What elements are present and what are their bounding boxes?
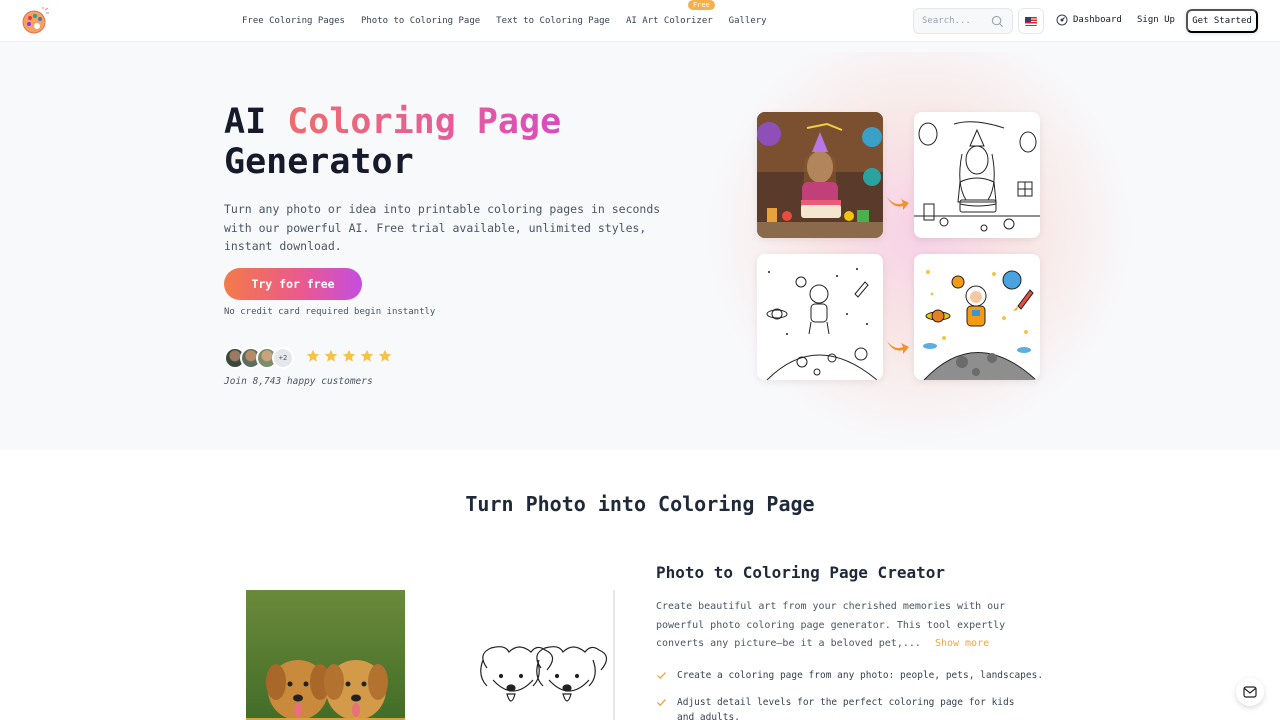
section-title: Turn Photo into Coloring Page	[465, 492, 815, 516]
cta-note: No credit card required begin instantly	[224, 307, 436, 317]
hero-title-suffix: Generator	[224, 142, 414, 182]
puppies-sketch-image	[457, 590, 615, 720]
check-icon	[657, 672, 666, 680]
search-input[interactable]	[922, 16, 988, 26]
feature-text: Create a coloring page from any photo: p…	[677, 670, 1044, 681]
search-box	[913, 8, 1013, 34]
feature-item: Adjust detail levels for the perfect col…	[656, 695, 1036, 720]
creator-description: Create beautiful art from your cherished…	[656, 598, 1026, 654]
dashboard-link[interactable]: Dashboard	[1056, 14, 1122, 26]
creator-title: Photo to Coloring Page Creator	[656, 563, 945, 582]
star-icon	[324, 349, 338, 362]
nav-gallery[interactable]: Gallery	[729, 16, 767, 26]
arrow-right-icon	[887, 197, 909, 210]
nav-photo-to-coloring-page[interactable]: Photo to Coloring Page	[361, 16, 480, 26]
photo-to-coloring-section: Turn Photo into Coloring Page Photo to C…	[0, 450, 1280, 720]
hero-title-gradient: Coloring Page	[287, 102, 562, 142]
hero-title: AI Coloring Page Generator	[224, 102, 644, 182]
feature-item: Create a coloring page from any photo: p…	[656, 668, 1043, 683]
dashboard-label: Dashboard	[1073, 15, 1122, 25]
birthday-line-art-image	[914, 112, 1040, 238]
rating-stars	[306, 349, 396, 363]
nav-ai-art-colorizer[interactable]: AI Art Colorizer Free	[625, 0, 715, 26]
search-icon[interactable]	[991, 15, 1004, 28]
star-icon	[378, 349, 392, 362]
chat-button[interactable]	[1236, 678, 1264, 706]
sign-up-link[interactable]: Sign Up	[1137, 15, 1175, 25]
get-started-button[interactable]: Get Started	[1186, 9, 1258, 33]
birthday-photo-image	[757, 112, 883, 238]
customer-avatars: +2	[224, 347, 294, 369]
avatar-more-count: +2	[272, 347, 294, 369]
star-icon	[342, 349, 356, 362]
dashboard-icon	[1056, 14, 1068, 26]
show-more-link[interactable]: Show more	[935, 638, 989, 649]
astronaut-colored-image	[914, 254, 1040, 380]
astronaut-line-art-image	[757, 254, 883, 380]
nav-text-to-coloring-page[interactable]: Text to Coloring Page	[496, 16, 610, 26]
mail-icon	[1243, 686, 1257, 698]
nav-free-coloring-pages[interactable]: Free Coloring Pages	[242, 16, 345, 26]
social-proof-text: Join 8,743 happy customers	[224, 376, 373, 387]
hero-section: AI Coloring Page Generator Turn any phot…	[0, 42, 1280, 452]
nav-ai-art-colorizer-label: AI Art Colorizer	[625, 16, 713, 26]
top-nav: Free Coloring Pages Photo to Coloring Pa…	[0, 0, 1280, 42]
hero-title-prefix: AI	[224, 102, 288, 142]
star-icon	[360, 349, 374, 362]
hero-description: Turn any photo or idea into printable co…	[224, 202, 661, 254]
free-badge: Free	[687, 0, 715, 10]
arrow-right-icon	[887, 341, 909, 354]
try-for-free-button[interactable]: Try for free	[224, 268, 362, 300]
language-selector[interactable]	[1018, 8, 1044, 34]
puppies-photo-image	[246, 590, 405, 720]
check-icon	[657, 699, 666, 707]
palette-logo-icon[interactable]	[20, 6, 50, 36]
feature-text: Adjust detail levels for the perfect col…	[677, 697, 1015, 720]
us-flag-icon	[1025, 16, 1037, 26]
star-icon	[306, 349, 320, 362]
